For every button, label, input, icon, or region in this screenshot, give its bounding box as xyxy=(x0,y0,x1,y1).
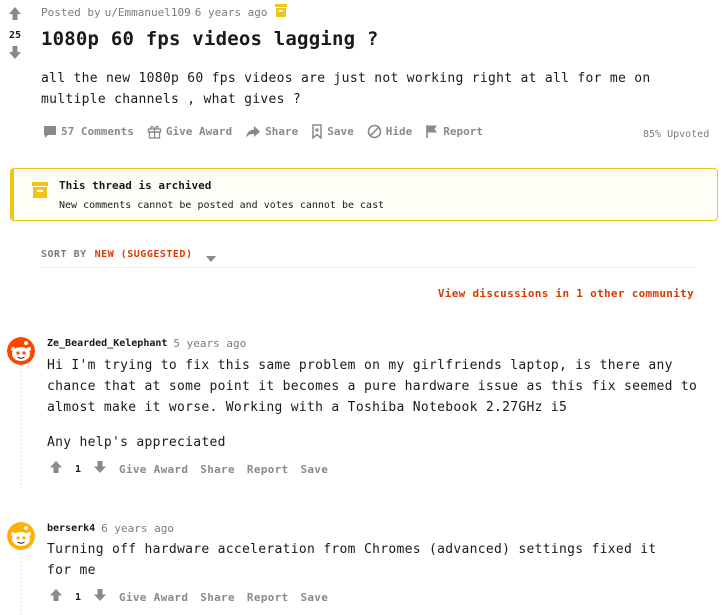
save-label: Save xyxy=(327,125,354,138)
flag-icon xyxy=(425,124,439,139)
gift-icon xyxy=(147,124,162,139)
hide-button[interactable]: Hide xyxy=(367,124,413,139)
comment-time: 6 years ago xyxy=(101,522,175,535)
comment-report-button[interactable]: Report xyxy=(247,463,289,476)
comment-text: Turning off hardware acceleration from C… xyxy=(47,542,657,578)
avatar[interactable] xyxy=(7,337,35,365)
give-award-button[interactable]: Give Award xyxy=(147,124,232,139)
comment-save-button[interactable]: Save xyxy=(300,591,328,604)
snoo-avatar-icon xyxy=(7,337,35,365)
comment-upvote-icon[interactable] xyxy=(49,460,63,478)
upvote-arrow-icon[interactable] xyxy=(0,6,30,24)
posted-by-label: Posted by xyxy=(41,5,101,19)
comment-report-button[interactable]: Report xyxy=(247,591,289,604)
comment-author[interactable]: berserk4 xyxy=(47,523,95,534)
comment-meta: Ze_Bearded_Kelephant 5 years ago xyxy=(47,337,246,350)
post-author-link[interactable]: u/Emmanuel109 xyxy=(105,6,191,19)
report-button[interactable]: Report xyxy=(425,124,483,139)
comment-share-button[interactable]: Share xyxy=(200,591,235,604)
post-time: 6 years ago xyxy=(194,5,268,19)
archived-title: This thread is archived xyxy=(59,179,212,192)
archive-box-icon xyxy=(32,182,48,202)
comment-score: 1 xyxy=(75,591,82,603)
downvote-arrow-icon[interactable] xyxy=(0,45,30,63)
comment-actions: 1 Give Award Share Report Save xyxy=(49,460,328,478)
sort-label: SORT BY xyxy=(41,249,87,260)
share-icon xyxy=(245,125,261,139)
post-body: all the new 1080p 60 fps videos are just… xyxy=(41,71,651,107)
save-button[interactable]: Save xyxy=(311,124,354,139)
comment-downvote-icon[interactable] xyxy=(93,460,107,478)
comment-downvote-icon[interactable] xyxy=(93,588,107,606)
share-label: Share xyxy=(265,125,299,138)
thread-line[interactable] xyxy=(20,553,22,615)
chevron-down-icon[interactable] xyxy=(206,247,217,266)
give-award-label: Give Award xyxy=(165,125,233,138)
sort-divider xyxy=(41,267,695,268)
comment-score: 1 xyxy=(75,463,82,475)
comment-save-button[interactable]: Save xyxy=(300,463,328,476)
avatar[interactable] xyxy=(7,522,35,550)
comment-author[interactable]: Ze_Bearded_Kelephant xyxy=(47,338,167,349)
hide-label: Hide xyxy=(385,125,413,138)
comment-meta: berserk4 6 years ago xyxy=(47,522,174,535)
comment-give-award-button[interactable]: Give Award xyxy=(119,591,188,604)
post-actions-bar: 57 Comments Give Award Share Save Hide R… xyxy=(43,124,483,139)
archived-notice: This thread is archived New comments can… xyxy=(10,168,718,221)
comment-text: Hi I'm trying to fix this same problem o… xyxy=(47,358,698,415)
archived-icon xyxy=(274,4,287,20)
comment-share-button[interactable]: Share xyxy=(200,463,235,476)
comment-actions: 1 Give Award Share Report Save xyxy=(49,588,328,606)
comments-label: 57 Comments xyxy=(61,125,134,138)
post-score: 25 xyxy=(8,30,22,41)
comment-upvote-icon[interactable] xyxy=(49,588,63,606)
comment-icon xyxy=(43,125,57,139)
report-label: Report xyxy=(443,125,483,138)
upvote-percentage: 85% Upvoted xyxy=(643,129,710,140)
view-other-discussions-link[interactable]: View discussions in 1 other community xyxy=(438,287,694,300)
thread-line[interactable] xyxy=(20,368,22,488)
archived-subtitle: New comments cannot be posted and votes … xyxy=(59,200,385,211)
comment-time: 5 years ago xyxy=(173,337,247,350)
comment-text-2: Any help's appreciated xyxy=(47,435,226,450)
bookmark-icon xyxy=(311,124,323,139)
post-meta: Posted by u/Emmanuel109 6 years ago xyxy=(41,4,287,20)
sort-bar: SORT BY NEW (SUGGESTED) xyxy=(41,243,217,266)
hide-icon xyxy=(367,124,382,139)
share-button[interactable]: Share xyxy=(245,125,298,139)
sort-dropdown[interactable]: NEW (SUGGESTED) xyxy=(95,249,193,260)
comments-button[interactable]: 57 Comments xyxy=(43,125,134,139)
comment-give-award-button[interactable]: Give Award xyxy=(119,463,188,476)
snoo-avatar-icon xyxy=(7,522,35,550)
post-title[interactable]: 1080p 60 fps videos lagging ? xyxy=(41,28,379,50)
